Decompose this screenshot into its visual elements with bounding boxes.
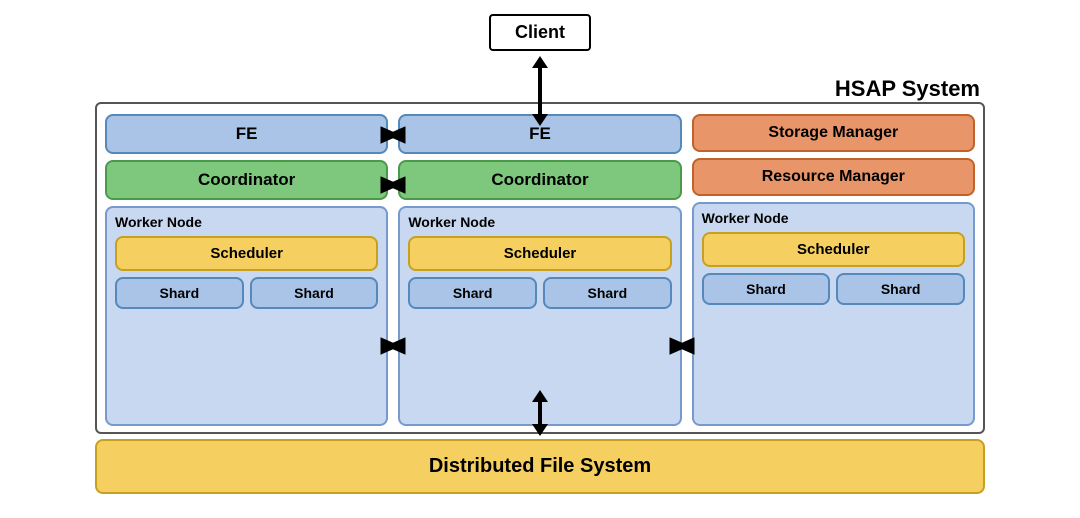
worker-node-right: Worker Node Scheduler Shard Shard bbox=[692, 202, 975, 426]
client-label: Client bbox=[515, 22, 565, 42]
shard-row-left: Shard Shard bbox=[115, 277, 378, 309]
shard-row-mid: Shard Shard bbox=[408, 277, 671, 309]
shard-left-1: Shard bbox=[115, 277, 244, 309]
client-arrow bbox=[532, 56, 548, 126]
scheduler-right: Scheduler bbox=[702, 232, 965, 267]
hsap-label: HSAP System bbox=[835, 76, 980, 102]
dfs-label: Distributed File System bbox=[429, 455, 651, 477]
shard-left-2: Shard bbox=[250, 277, 379, 309]
diagram-container: Client HSAP System FE Coordinator Worker… bbox=[40, 14, 1040, 504]
shard-mid-1: Shard bbox=[408, 277, 537, 309]
dfs-arrow bbox=[532, 390, 548, 436]
arrowhead-down-dfs bbox=[532, 424, 548, 436]
worker-node-label-mid: Worker Node bbox=[408, 214, 671, 230]
scheduler-left: Scheduler bbox=[115, 236, 378, 271]
scheduler-mid: Scheduler bbox=[408, 236, 671, 271]
left-column: FE Coordinator Worker Node Scheduler Sha… bbox=[105, 114, 388, 426]
arrow-shaft-dfs bbox=[538, 402, 542, 424]
shard-right-2: Shard bbox=[836, 273, 965, 305]
worker-node-left: Worker Node Scheduler Shard Shard bbox=[105, 206, 388, 426]
fe-left: FE bbox=[105, 114, 388, 154]
dfs-box: Distributed File System bbox=[95, 439, 985, 494]
client-box: Client bbox=[489, 14, 591, 51]
worker-node-label-left: Worker Node bbox=[115, 214, 378, 230]
arrowhead-down bbox=[532, 114, 548, 126]
storage-manager: Storage Manager bbox=[692, 114, 975, 152]
arrowhead-up bbox=[532, 56, 548, 68]
coordinator-left: Coordinator bbox=[105, 160, 388, 200]
shard-mid-2: Shard bbox=[543, 277, 672, 309]
shard-row-right: Shard Shard bbox=[702, 273, 965, 305]
resource-manager: Resource Manager bbox=[692, 158, 975, 196]
arrowhead-up-dfs bbox=[532, 390, 548, 402]
mid-column: FE Coordinator Worker Node Scheduler Sha… bbox=[398, 114, 681, 426]
arrow-shaft bbox=[538, 68, 542, 114]
shard-right-1: Shard bbox=[702, 273, 831, 305]
inner-layout: FE Coordinator Worker Node Scheduler Sha… bbox=[105, 114, 975, 426]
worker-node-label-right: Worker Node bbox=[702, 210, 965, 226]
coordinator-mid: Coordinator bbox=[398, 160, 681, 200]
right-column: Storage Manager Resource Manager Worker … bbox=[692, 114, 975, 426]
